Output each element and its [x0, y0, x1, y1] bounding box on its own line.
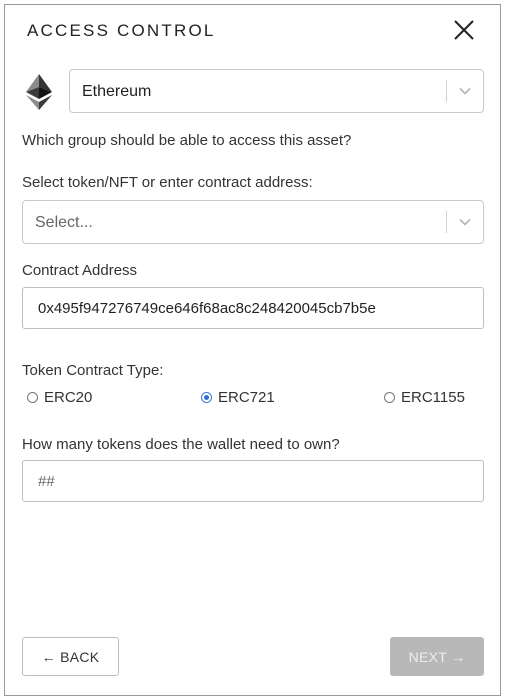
radio-erc1155[interactable]: ERC1155 — [384, 388, 465, 406]
next-button[interactable]: NEXT → — [390, 637, 484, 676]
radio-erc20-circle[interactable] — [27, 391, 38, 403]
token-amount-label: How many tokens does the wallet need to … — [22, 436, 340, 453]
chevron-down-icon[interactable] — [459, 216, 471, 228]
back-button[interactable]: ← BACK — [22, 637, 119, 676]
chain-select-value: Ethereum — [82, 83, 152, 100]
token-type-label: Token Contract Type: — [22, 362, 164, 379]
radio-erc1155-label: ERC1155 — [401, 388, 465, 406]
radio-erc721-label: ERC721 — [218, 388, 275, 406]
token-amount-input[interactable] — [22, 460, 484, 502]
token-select-placeholder: Select... — [35, 214, 93, 231]
token-select-label: Select token/NFT or enter contract addre… — [22, 174, 313, 191]
ethereum-icon — [26, 74, 52, 110]
close-icon — [454, 20, 474, 40]
access-question: Which group should be able to access thi… — [22, 132, 352, 149]
radio-erc20-label: ERC20 — [44, 388, 93, 406]
radio-erc721[interactable]: ERC721 — [201, 388, 275, 406]
dialog-title: ACCESS CONTROL — [27, 21, 216, 40]
token-select[interactable]: Select... — [22, 200, 484, 244]
contract-address-label: Contract Address — [22, 262, 138, 279]
select-separator — [446, 80, 447, 102]
select-separator — [446, 211, 447, 233]
radio-erc721-circle[interactable] — [201, 391, 212, 403]
radio-erc20[interactable]: ERC20 — [27, 388, 92, 406]
chevron-down-icon[interactable] — [459, 85, 471, 97]
chain-select[interactable]: Ethereum — [69, 69, 484, 113]
contract-address-input[interactable] — [22, 287, 484, 329]
radio-erc1155-circle[interactable] — [384, 391, 395, 403]
close-button[interactable] — [452, 18, 476, 42]
